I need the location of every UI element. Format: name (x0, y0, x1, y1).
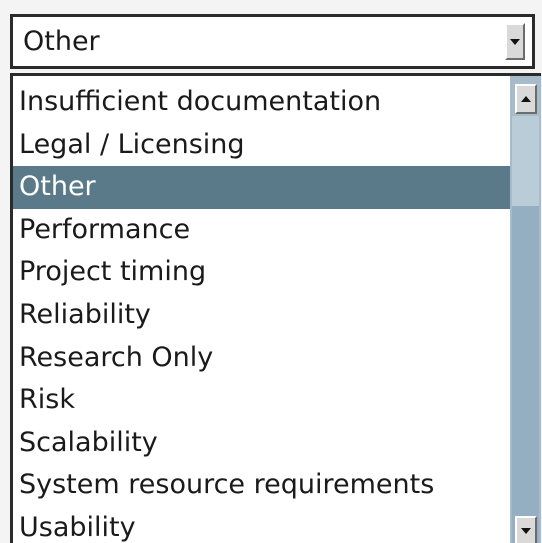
list-item-insufficient-documentation[interactable]: Insufficient documentation (13, 81, 510, 124)
triangle-down-icon (510, 38, 520, 45)
list-item-scalability[interactable]: Scalability (13, 422, 510, 465)
list-item-risk[interactable]: Risk (13, 379, 510, 422)
list-item-usability[interactable]: Usability (13, 507, 510, 543)
list-item-reliability[interactable]: Reliability (13, 294, 510, 337)
dropdown-button[interactable] (505, 23, 525, 60)
list-item-research-only[interactable]: Research Only (13, 337, 510, 380)
list-item-legal-licensing[interactable]: Legal / Licensing (13, 124, 510, 167)
triangle-down-icon (521, 528, 531, 534)
list-item-project-timing[interactable]: Project timing (13, 251, 510, 294)
list-item-other[interactable]: Other (13, 166, 510, 209)
scroll-thumb[interactable] (512, 116, 539, 206)
dropdown-listbox[interactable]: Insufficient documentation Legal / Licen… (10, 73, 541, 543)
scroll-down-button[interactable] (515, 516, 537, 543)
list-item-system-resource-requirements[interactable]: System resource requirements (13, 464, 510, 507)
list-item-performance[interactable]: Performance (13, 209, 510, 252)
page: Other Insufficient documentation Legal /… (0, 0, 542, 543)
triangle-up-icon (521, 96, 531, 102)
scroll-up-button[interactable] (515, 84, 537, 114)
vertical-scrollbar[interactable] (510, 76, 541, 543)
listbox-items: Insufficient documentation Legal / Licen… (13, 81, 510, 543)
category-select[interactable]: Other (10, 14, 535, 69)
select-current-value: Other (23, 26, 100, 57)
scroll-track[interactable] (512, 206, 539, 543)
